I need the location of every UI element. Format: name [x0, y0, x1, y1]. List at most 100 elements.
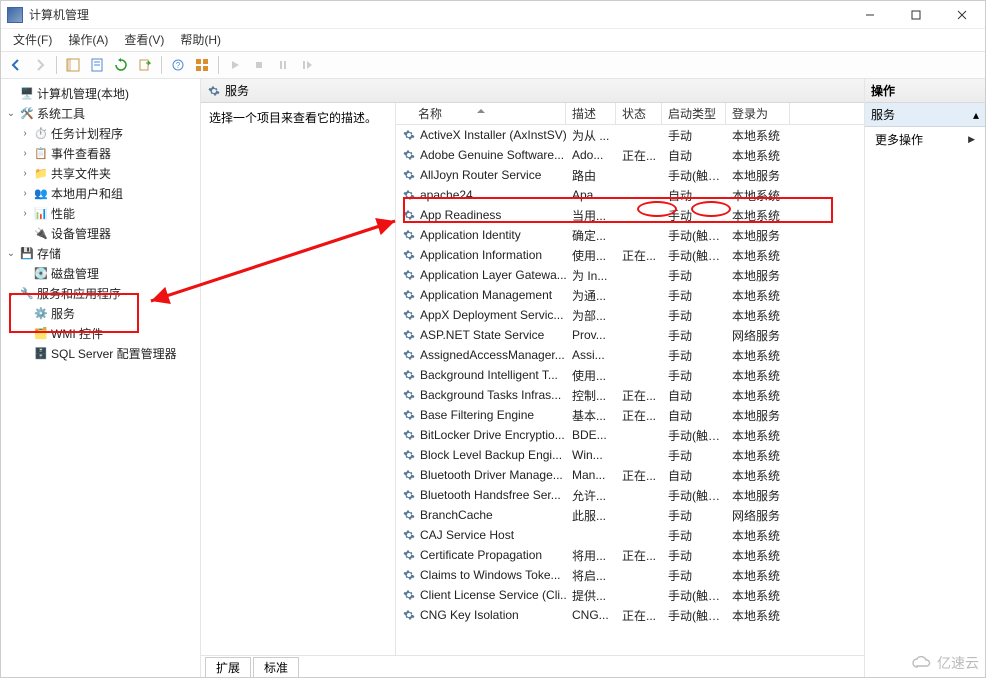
service-row[interactable]: AppX Deployment Servic...为部...手动本地系统: [396, 305, 864, 325]
gear-icon: [402, 488, 416, 502]
col-name[interactable]: 名称: [396, 103, 566, 124]
cell-desc: 此服...: [566, 507, 616, 524]
maximize-button[interactable]: [893, 1, 939, 28]
service-row[interactable]: CNG Key IsolationCNG...正在...手动(触发...本地系统: [396, 605, 864, 625]
service-row[interactable]: Bluetooth Handsfree Ser...允许...手动(触发...本…: [396, 485, 864, 505]
export-icon[interactable]: [134, 54, 156, 76]
cell-name: AppX Deployment Servic...: [396, 308, 566, 322]
refresh-icon[interactable]: [110, 54, 132, 76]
collapse-icon[interactable]: ⌄: [5, 288, 17, 299]
menu-help[interactable]: 帮助(H): [172, 29, 229, 51]
tree-disk-mgmt[interactable]: 💽磁盘管理: [1, 263, 200, 283]
tree-services[interactable]: ⚙️服务: [1, 303, 200, 323]
service-row[interactable]: Application Identity确定...手动(触发...本地服务: [396, 225, 864, 245]
service-row[interactable]: Adobe Genuine Software...Ado...正在...自动本地…: [396, 145, 864, 165]
more-actions[interactable]: 更多操作▶: [865, 127, 985, 152]
tab-standard[interactable]: 标准: [253, 657, 299, 677]
menu-file[interactable]: 文件(F): [5, 29, 60, 51]
service-row[interactable]: AssignedAccessManager...Assi...手动本地系统: [396, 345, 864, 365]
col-desc[interactable]: 描述: [566, 103, 616, 124]
back-button[interactable]: [5, 54, 27, 76]
tree-label: 任务计划程序: [51, 125, 123, 142]
service-row[interactable]: BitLocker Drive Encryptio...BDE...手动(触发.…: [396, 425, 864, 445]
collapse-icon[interactable]: ⌄: [5, 248, 17, 259]
service-row[interactable]: Bluetooth Driver Manage...Man...正在...自动本…: [396, 465, 864, 485]
stop-icon[interactable]: [248, 54, 270, 76]
tree-services-apps[interactable]: ⌄🔧服务和应用程序: [1, 283, 200, 303]
cell-name: Bluetooth Handsfree Ser...: [396, 488, 566, 502]
collapse-icon[interactable]: ⌄: [5, 108, 17, 119]
service-row[interactable]: Application Layer Gatewa...为 In...手动本地服务: [396, 265, 864, 285]
grid-view-icon[interactable]: [191, 54, 213, 76]
gear-icon: [402, 248, 416, 262]
close-button[interactable]: [939, 1, 985, 28]
menu-view[interactable]: 查看(V): [116, 29, 172, 51]
service-row[interactable]: BranchCache此服...手动网络服务: [396, 505, 864, 525]
forward-button[interactable]: [29, 54, 51, 76]
expand-icon[interactable]: ›: [19, 208, 31, 219]
caret-up-icon[interactable]: ▴: [973, 108, 979, 122]
tab-extended[interactable]: 扩展: [205, 657, 251, 677]
expand-icon[interactable]: ›: [19, 128, 31, 139]
cell-name: Adobe Genuine Software...: [396, 148, 566, 162]
service-row[interactable]: Block Level Backup Engi...Win...手动本地系统: [396, 445, 864, 465]
cell-status: 正在...: [616, 387, 662, 404]
service-row[interactable]: Application Management为通...手动本地系统: [396, 285, 864, 305]
svg-text:?: ?: [176, 61, 181, 70]
service-row[interactable]: ASP.NET State ServiceProv...手动网络服务: [396, 325, 864, 345]
tree-local-users[interactable]: ›👥本地用户和组: [1, 183, 200, 203]
service-row[interactable]: Background Tasks Infras...控制...正在...自动本地…: [396, 385, 864, 405]
title-left: 计算机管理: [1, 6, 89, 23]
service-row[interactable]: AllJoyn Router Service路由手动(触发...本地服务: [396, 165, 864, 185]
tree-sqlserver[interactable]: 🗄️SQL Server 配置管理器: [1, 343, 200, 363]
expand-icon[interactable]: ›: [19, 148, 31, 159]
col-logon[interactable]: 登录为: [726, 103, 790, 124]
tree-root[interactable]: 🖥️计算机管理(本地): [1, 83, 200, 103]
service-row[interactable]: Base Filtering Engine基本...正在...自动本地服务: [396, 405, 864, 425]
service-row[interactable]: CAJ Service Host手动本地系统: [396, 525, 864, 545]
service-row[interactable]: Application Information使用...正在...手动(触发..…: [396, 245, 864, 265]
pause-icon[interactable]: [272, 54, 294, 76]
service-row[interactable]: Client License Service (Cli...提供...手动(触发…: [396, 585, 864, 605]
service-row[interactable]: ActiveX Installer (AxInstSV)为从 ...手动本地系统: [396, 125, 864, 145]
minimize-button[interactable]: [847, 1, 893, 28]
service-row[interactable]: Certificate Propagation将用...正在...手动本地系统: [396, 545, 864, 565]
cell-logon: 本地系统: [726, 527, 790, 544]
tree-system-tools[interactable]: ⌄🛠️系统工具: [1, 103, 200, 123]
col-type[interactable]: 启动类型: [662, 103, 726, 124]
gear-icon: [402, 268, 416, 282]
service-name: Certificate Propagation: [420, 548, 542, 562]
cell-type: 自动: [662, 387, 726, 404]
list-rows: ActiveX Installer (AxInstSV)为从 ...手动本地系统…: [396, 125, 864, 655]
tree-storage[interactable]: ⌄💾存储: [1, 243, 200, 263]
tree-event-viewer[interactable]: ›📋事件查看器: [1, 143, 200, 163]
perf-icon: 📊: [34, 206, 48, 220]
menubar: 文件(F) 操作(A) 查看(V) 帮助(H): [1, 29, 985, 51]
window-root: 计算机管理 文件(F) 操作(A) 查看(V) 帮助(H) ?: [0, 0, 986, 678]
cell-type: 手动(触发...: [662, 247, 726, 264]
restart-icon[interactable]: [296, 54, 318, 76]
tree-shared-folders[interactable]: ›📁共享文件夹: [1, 163, 200, 183]
tree-label: 性能: [51, 205, 75, 222]
tree-performance[interactable]: ›📊性能: [1, 203, 200, 223]
cell-desc: BDE...: [566, 428, 616, 442]
menu-action[interactable]: 操作(A): [60, 29, 116, 51]
tree-label: SQL Server 配置管理器: [51, 345, 177, 362]
cell-type: 手动: [662, 207, 726, 224]
cell-type: 手动: [662, 327, 726, 344]
show-hide-icon[interactable]: [62, 54, 84, 76]
service-row[interactable]: Background Intelligent T...使用...手动本地系统: [396, 365, 864, 385]
service-row[interactable]: App Readiness当用...手动本地系统: [396, 205, 864, 225]
expand-icon[interactable]: ›: [19, 168, 31, 179]
tree-device-manager[interactable]: 🔌设备管理器: [1, 223, 200, 243]
service-name: Background Intelligent T...: [420, 368, 558, 382]
service-row[interactable]: apache24Apa...自动本地系统: [396, 185, 864, 205]
col-status[interactable]: 状态: [616, 103, 662, 124]
tree-task-scheduler[interactable]: ›⏱️任务计划程序: [1, 123, 200, 143]
start-icon[interactable]: [224, 54, 246, 76]
tree-wmi[interactable]: 🗂️WMI 控件: [1, 323, 200, 343]
help-icon[interactable]: ?: [167, 54, 189, 76]
expand-icon[interactable]: ›: [19, 188, 31, 199]
properties-icon[interactable]: [86, 54, 108, 76]
service-row[interactable]: Claims to Windows Toke...将启...手动本地系统: [396, 565, 864, 585]
